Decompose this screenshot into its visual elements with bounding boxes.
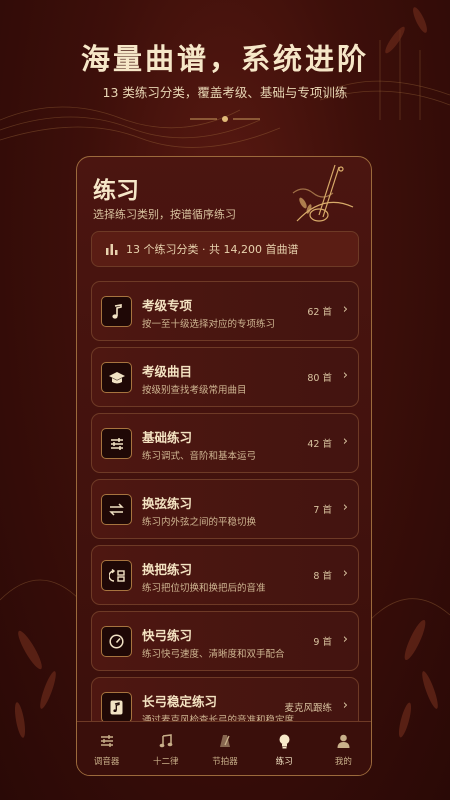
- lightbulb-icon: [276, 733, 292, 749]
- chevron-right-icon: ›: [342, 500, 348, 515]
- category-count: 9 首: [313, 637, 332, 648]
- page-subtitle: 选择练习类别，按谱循序练习: [93, 208, 236, 221]
- category-item[interactable]: 考级专项 按一至十级选择对应的专项练习 62 首 ›: [91, 281, 359, 341]
- category-desc: 练习内外弦之间的平稳切换: [142, 517, 257, 528]
- tab-practice[interactable]: 练习: [255, 722, 314, 775]
- category-count: 80 首: [307, 373, 332, 384]
- chevron-right-icon: ›: [342, 434, 348, 449]
- metronome-icon: [217, 733, 233, 749]
- chevron-right-icon: ›: [342, 632, 348, 647]
- category-item[interactable]: 考级曲目 按级别查找考级常用曲目 80 首 ›: [91, 347, 359, 407]
- tab-label: 我的: [334, 757, 352, 767]
- category-title: 考级专项: [142, 298, 193, 313]
- summary-text: 13 个练习分类 · 共 14,200 首曲谱: [126, 243, 299, 256]
- category-desc: 练习调式、音阶和基本运弓: [142, 451, 257, 462]
- sliders-icon: [101, 428, 132, 459]
- category-item[interactable]: 基础练习 练习调式、音阶和基本运弓 42 首 ›: [91, 413, 359, 473]
- category-item[interactable]: 换弦练习 练习内外弦之间的平稳切换 7 首 ›: [91, 479, 359, 539]
- bar-chart-icon: [106, 243, 118, 255]
- summary-banner: 13 个练习分类 · 共 14,200 首曲谱: [91, 231, 359, 267]
- category-list: 考级专项 按一至十级选择对应的专项练习 62 首 › 考级曲目 按级别查找考级常…: [91, 281, 359, 743]
- chevron-right-icon: ›: [342, 698, 348, 713]
- category-count: 8 首: [313, 571, 332, 582]
- page-title: 练习: [93, 178, 139, 204]
- erhu-illustration: [292, 164, 354, 222]
- category-count: 62 首: [307, 307, 332, 318]
- category-count: 麦克风跟练: [284, 703, 332, 714]
- chevron-right-icon: ›: [342, 368, 348, 383]
- chevron-right-icon: ›: [342, 302, 348, 317]
- category-title: 快弓练习: [142, 628, 193, 643]
- score-icon: [101, 692, 132, 723]
- category-item[interactable]: 换把练习 练习把位切换和换把后的音准 8 首 ›: [91, 545, 359, 605]
- subheadline: 13 类练习分类，覆盖考级、基础与专项训练: [102, 85, 348, 100]
- tab-twelve-tones[interactable]: 十二律: [136, 722, 195, 775]
- category-desc: 练习快弓速度、清晰度和双手配合: [142, 649, 285, 660]
- practice-card: 练习 选择练习类别，按谱循序练习 13 个练习分类 · 共 14,200 首曲谱: [76, 156, 372, 776]
- tab-label: 节拍器: [212, 757, 238, 767]
- category-desc: 按一至十级选择对应的专项练习: [142, 319, 276, 330]
- twelve-tones-icon: [158, 733, 174, 749]
- swap-icon: [101, 494, 132, 525]
- category-title: 基础练习: [142, 430, 193, 445]
- music-note-icon: [101, 296, 132, 327]
- category-title: 换弦练习: [142, 496, 193, 511]
- category-count: 7 首: [313, 505, 332, 516]
- chevron-right-icon: ›: [342, 566, 348, 581]
- category-title: 考级曲目: [142, 364, 193, 379]
- category-count: 42 首: [307, 439, 332, 450]
- graduation-cap-icon: [101, 362, 132, 393]
- tab-label: 调音器: [93, 757, 120, 767]
- category-title: 换把练习: [142, 562, 193, 577]
- tab-label: 练习: [275, 757, 293, 767]
- category-title: 长弓稳定练习: [142, 694, 218, 709]
- headline: 海量曲谱，系统进阶: [80, 42, 369, 76]
- category-item[interactable]: 快弓练习 练习快弓速度、清晰度和双手配合 9 首 ›: [91, 611, 359, 671]
- bottom-tab-bar: 调音器 十二律 节拍器 练习 我的: [77, 721, 371, 775]
- divider-ornament: [190, 116, 260, 122]
- tab-label: 十二律: [153, 757, 179, 767]
- category-desc: 按级别查找考级常用曲目: [142, 385, 247, 396]
- category-desc: 练习把位切换和换把后的音准: [142, 583, 266, 594]
- tuner-icon: [99, 733, 115, 749]
- position-shift-icon: [101, 560, 132, 591]
- profile-icon: [335, 733, 351, 749]
- tab-tuner[interactable]: 调音器: [77, 722, 136, 775]
- tab-profile[interactable]: 我的: [314, 722, 371, 775]
- speedometer-icon: [101, 626, 132, 657]
- tab-metronome[interactable]: 节拍器: [195, 722, 254, 775]
